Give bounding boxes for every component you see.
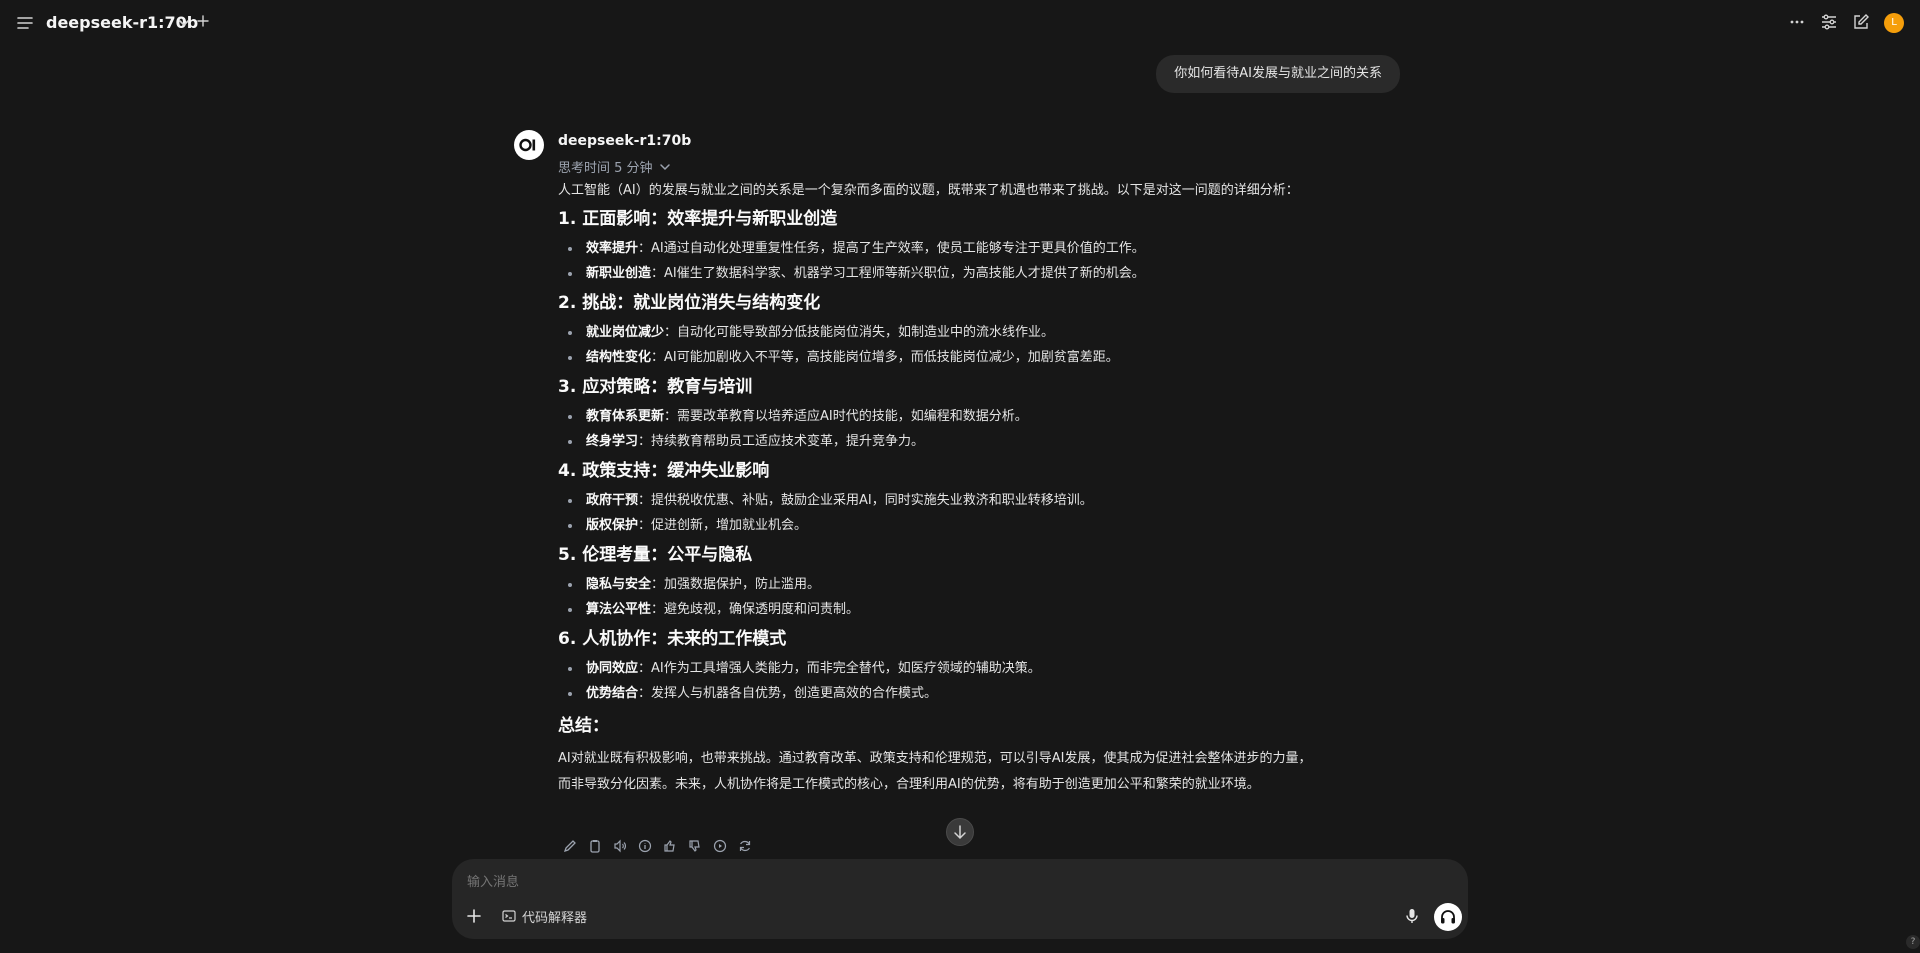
list-item: 终身学习：持续教育帮助员工适应技术变革，提升竞争力。 bbox=[558, 429, 1398, 454]
help-button[interactable]: ? bbox=[1906, 935, 1920, 949]
regenerate-icon[interactable] bbox=[737, 838, 753, 854]
summary-line: 而非导致分化因素。未来，人机协作将是工作模式的核心，合理利用AI的优势，将有助于… bbox=[558, 777, 1260, 792]
user-avatar[interactable]: L bbox=[1884, 13, 1904, 33]
openwebui-logo-icon bbox=[519, 138, 536, 152]
list-item-term: 政府干预 bbox=[586, 493, 639, 508]
list-item-text: ：AI催生了数据科学家、机器学习工程师等新兴职位，为高技能人才提供了新的机会。 bbox=[651, 266, 1145, 281]
add-attachment-icon[interactable] bbox=[466, 908, 482, 924]
list-item: 版权保护：促进创新，增加就业机会。 bbox=[558, 513, 1398, 538]
list-item-term: 结构性变化 bbox=[586, 350, 652, 365]
list-item: 效率提升：AI通过自动化处理重复性任务，提高了生产效率，使员工能够专注于更具价值… bbox=[558, 236, 1398, 261]
section-heading: 5. 伦理考量：公平与隐私 bbox=[558, 545, 753, 565]
list-item-text: ：持续教育帮助员工适应技术变革，提升竞争力。 bbox=[638, 434, 925, 449]
list-item: 政府干预：提供税收优惠、补贴，鼓励企业采用AI，同时实施失业救济和职业转移培训。 bbox=[558, 488, 1398, 513]
section-heading: 1. 正面影响：效率提升与新职业创造 bbox=[558, 209, 838, 229]
edit-icon[interactable] bbox=[562, 838, 578, 854]
list-item-text: ：AI通过自动化处理重复性任务，提高了生产效率，使员工能够专注于更具价值的工作。 bbox=[638, 241, 1145, 256]
section-heading: 6. 人机协作：未来的工作模式 bbox=[558, 629, 787, 649]
chevron-down-icon bbox=[659, 163, 670, 170]
list-item: 优势结合：发挥人与机器各自优势，创造更高效的合作模式。 bbox=[558, 681, 1398, 706]
list-item-term: 新职业创造 bbox=[586, 266, 652, 281]
terminal-icon bbox=[502, 910, 516, 922]
list-item-text: ：促进创新，增加就业机会。 bbox=[638, 518, 808, 533]
intro-paragraph: 人工智能（AI）的发展与就业之间的关系是一个复杂而多面的议题，既带来了机遇也带来… bbox=[558, 183, 1299, 198]
list-item: 教育体系更新：需要改革教育以培养适应AI时代的技能，如编程和数据分析。 bbox=[558, 404, 1398, 429]
list-item: 就业岗位减少：自动化可能导致部分低技能岗位消失，如制造业中的流水线作业。 bbox=[558, 320, 1398, 345]
list-item-term: 效率提升 bbox=[586, 241, 639, 256]
section-heading: 2. 挑战：就业岗位消失与结构变化 bbox=[558, 293, 821, 313]
list-item: 新职业创造：AI催生了数据科学家、机器学习工程师等新兴职位，为高技能人才提供了新… bbox=[558, 261, 1398, 286]
message-actions bbox=[562, 838, 753, 854]
list-item-term: 算法公平性 bbox=[586, 602, 652, 617]
list-item-term: 就业岗位减少 bbox=[586, 325, 665, 340]
message-composer: 代码解释器 bbox=[452, 859, 1468, 939]
voice-mode-button[interactable] bbox=[1434, 903, 1462, 931]
user-message: 你如何看待AI发展与就业之间的关系 bbox=[1156, 55, 1400, 93]
thumbs-up-icon[interactable] bbox=[662, 838, 678, 854]
code-interpreter-button[interactable]: 代码解释器 bbox=[502, 904, 587, 928]
list-item-text: ：自动化可能导致部分低技能岗位消失，如制造业中的流水线作业。 bbox=[664, 325, 1055, 340]
list-item-text: ：加强数据保护，防止滥用。 bbox=[651, 577, 821, 592]
list-item-term: 终身学习 bbox=[586, 434, 639, 449]
info-icon[interactable] bbox=[637, 838, 653, 854]
assistant-model-name: deepseek-r1:70b bbox=[558, 133, 692, 149]
thinking-label: 思考时间 5 分钟 bbox=[558, 161, 653, 176]
summary-heading: 总结： bbox=[558, 716, 609, 736]
message-input[interactable] bbox=[467, 871, 1367, 891]
list-item-text: ：AI作为工具增强人类能力，而非完全替代，如医疗领域的辅助决策。 bbox=[638, 661, 1041, 676]
list-item: 协同效应：AI作为工具增强人类能力，而非完全替代，如医疗领域的辅助决策。 bbox=[558, 656, 1398, 681]
assistant-avatar bbox=[514, 130, 544, 160]
scroll-to-bottom-button[interactable] bbox=[946, 818, 974, 846]
code-interpreter-label: 代码解释器 bbox=[522, 910, 588, 926]
list-item-text: ：AI可能加剧收入不平等，高技能岗位增多，而低技能岗位减少，加剧贫富差距。 bbox=[651, 350, 1119, 365]
list-item-term: 协同效应 bbox=[586, 661, 639, 676]
more-options-icon[interactable] bbox=[1787, 12, 1807, 32]
list-item: 隐私与安全：加强数据保护，防止滥用。 bbox=[558, 572, 1398, 597]
summary-line: AI对就业既有积极影响，也带来挑战。通过教育改革、政策支持和伦理规范，可以引导A… bbox=[558, 751, 1312, 766]
list-item-text: ：避免歧视，确保透明度和问责制。 bbox=[651, 602, 860, 617]
summary-paragraph: AI对就业既有积极影响，也带来挑战。通过教育改革、政策支持和伦理规范，可以引导A… bbox=[558, 746, 1398, 798]
read-aloud-icon[interactable] bbox=[612, 838, 628, 854]
headphones-icon bbox=[1441, 910, 1455, 924]
copy-icon[interactable] bbox=[587, 838, 603, 854]
list-item-text: ：需要改革教育以培养适应AI时代的技能，如编程和数据分析。 bbox=[664, 409, 1028, 424]
list-item-term: 教育体系更新 bbox=[586, 409, 665, 424]
menu-icon[interactable] bbox=[16, 14, 34, 32]
continue-icon[interactable] bbox=[712, 838, 728, 854]
model-selector[interactable]: deepseek-r1:70b bbox=[46, 12, 198, 34]
list-item-term: 版权保护 bbox=[586, 518, 639, 533]
section-heading: 3. 应对策略：教育与培训 bbox=[558, 377, 753, 397]
section-heading: 4. 政策支持：缓冲失业影响 bbox=[558, 461, 770, 481]
top-bar: deepseek-r1:70b L bbox=[0, 0, 1920, 46]
thumbs-down-icon[interactable] bbox=[687, 838, 703, 854]
list-item-term: 隐私与安全 bbox=[586, 577, 652, 592]
list-item: 算法公平性：避免歧视，确保透明度和问责制。 bbox=[558, 597, 1398, 622]
list-item-text: ：提供税收优惠、补贴，鼓励企业采用AI，同时实施失业救济和职业转移培训。 bbox=[638, 493, 1093, 508]
arrow-down-icon bbox=[954, 825, 966, 840]
list-item-text: ：发挥人与机器各自优势，创造更高效的合作模式。 bbox=[638, 686, 938, 701]
assistant-message: 人工智能（AI）的发展与就业之间的关系是一个复杂而多面的议题，既带来了机遇也带来… bbox=[558, 180, 1398, 798]
add-model-icon[interactable] bbox=[197, 15, 209, 27]
thinking-toggle[interactable]: 思考时间 5 分钟 bbox=[558, 157, 671, 176]
list-item-term: 优势结合 bbox=[586, 686, 639, 701]
new-chat-icon[interactable] bbox=[1851, 12, 1871, 32]
chevron-down-icon[interactable] bbox=[177, 16, 191, 30]
list-item: 结构性变化：AI可能加剧收入不平等，高技能岗位增多，而低技能岗位减少，加剧贫富差… bbox=[558, 345, 1398, 370]
controls-icon[interactable] bbox=[1819, 12, 1839, 32]
microphone-icon[interactable] bbox=[1403, 907, 1421, 925]
